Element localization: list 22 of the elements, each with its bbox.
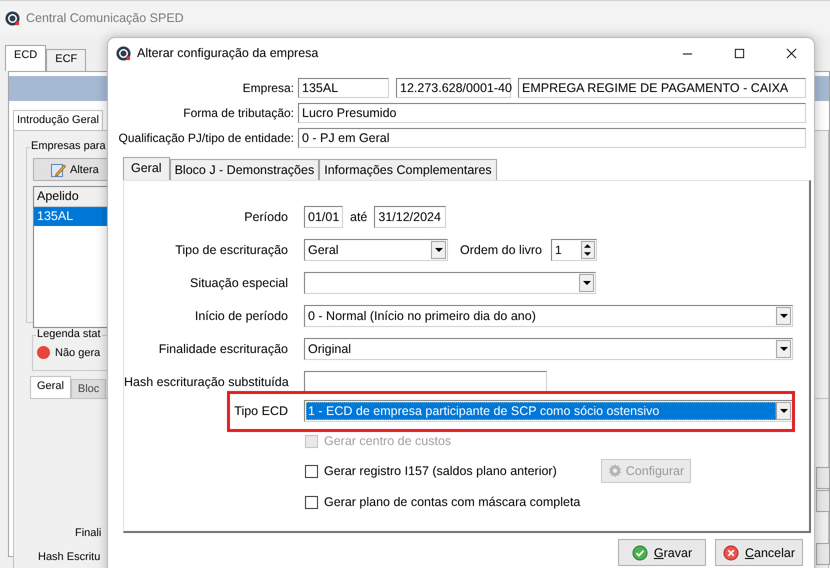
field-label: Início de período (194, 309, 288, 323)
field-label: Empresa: (242, 81, 294, 95)
group-title: Empresas para (30, 140, 107, 152)
checkbox-label: Gerar centro de custos (324, 434, 452, 448)
field-label: Finalidade escrituração (158, 342, 288, 356)
field-label: Período (243, 210, 288, 224)
field-label: Qualificação PJ/tipo de entidade: (118, 131, 294, 145)
field-label: Situação especial (189, 276, 288, 290)
field-label: Hash Escritu (38, 551, 100, 563)
window-title: Central Comunicação SPED (26, 11, 184, 25)
legend-label: Não gera (55, 346, 100, 358)
checkbox-label: Gerar plano de contas com máscara completa (324, 495, 580, 509)
field-label: Forma de tributação: (182, 106, 294, 120)
field-label: Tipo ECD (233, 404, 288, 418)
field-label: Ordem do livro (460, 243, 542, 257)
field-label: Tipo de escrituração (174, 243, 288, 257)
dialog-title: Alterar configuração da empresa (137, 46, 318, 60)
field-label: Finali (75, 527, 102, 539)
field-label: até (350, 210, 368, 224)
checkbox-label: Gerar registro I157 (saldos plano anterior) (324, 464, 557, 478)
group-title: Legenda stat (36, 328, 102, 340)
field-label: Hash escrituração substituída (124, 375, 288, 389)
